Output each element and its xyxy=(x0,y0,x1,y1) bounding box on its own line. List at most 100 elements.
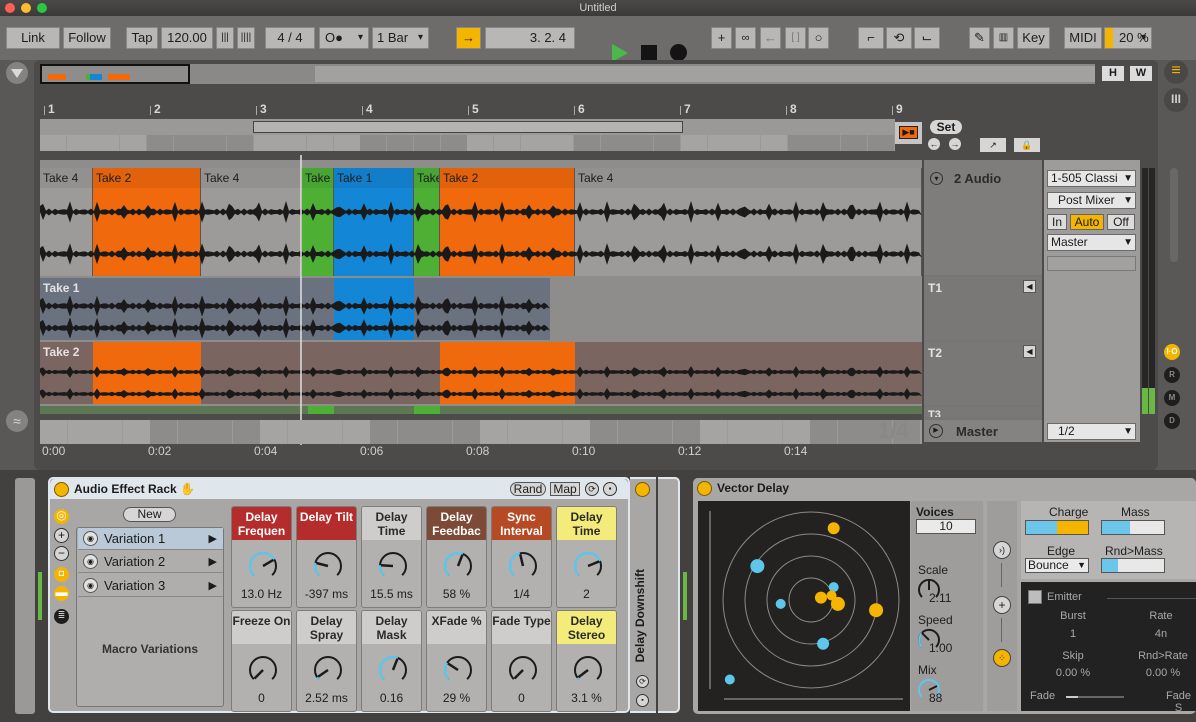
arrangement-overview[interactable] xyxy=(40,64,1095,84)
emitter-checkbox[interactable] xyxy=(1028,590,1042,604)
device-activator-toggle[interactable] xyxy=(697,481,712,496)
computer-keyboard-icon[interactable]: ▥ xyxy=(993,27,1014,49)
burst-value[interactable]: 1 xyxy=(1053,628,1093,640)
knob[interactable] xyxy=(246,549,280,583)
macro-knob-3[interactable]: Delay Time 15.5 ms xyxy=(361,506,422,608)
track-lanes[interactable]: Take 4 Take 2 Take 4 Take Take 1 Take Take 2 Ta… xyxy=(40,160,922,414)
next-locator-icon[interactable]: → xyxy=(949,138,961,150)
cpu-load-meter[interactable]: 20 % xyxy=(1104,27,1152,49)
monitor-in-button[interactable]: In xyxy=(1047,214,1067,230)
remove-macro-icon[interactable]: − xyxy=(54,546,69,561)
quantize-dropdown[interactable]: 1 Bar xyxy=(372,27,429,49)
variation-item[interactable]: ◉ Variation 2 ▶ xyxy=(78,551,223,573)
particle[interactable] xyxy=(750,559,765,574)
macro-knob-2[interactable]: Delay Tilt -397 ms xyxy=(296,506,357,608)
particle-field[interactable] xyxy=(698,501,910,711)
knob[interactable] xyxy=(376,549,410,583)
device-chain-scroll[interactable] xyxy=(15,478,35,714)
rnd-rate-value[interactable]: 0.00 % xyxy=(1133,667,1193,679)
macro-knob-8[interactable]: Delay Spray 2.52 ms xyxy=(296,610,357,712)
midi-map-button[interactable]: MIDI xyxy=(1064,27,1102,49)
macro-knob-6[interactable]: Delay Time 2 xyxy=(556,506,617,608)
mixer-toggle[interactable]: M xyxy=(1164,390,1180,406)
delay-toggle[interactable]: D xyxy=(1164,413,1180,429)
vertical-scrollbar[interactable] xyxy=(1170,168,1178,262)
variation-item[interactable]: ◉ Variation 1 ▶ xyxy=(78,528,223,550)
knob[interactable] xyxy=(311,653,345,687)
recall-variation-icon[interactable]: ▶ xyxy=(209,528,217,550)
browser-toggle-icon[interactable] xyxy=(6,62,28,84)
monitor-off-button[interactable]: Off xyxy=(1107,214,1135,230)
fade-slider[interactable] xyxy=(1066,696,1124,698)
tempo-field[interactable]: 120.00 xyxy=(161,27,213,49)
take-lane-header[interactable]: T2 ◀ xyxy=(924,342,1042,405)
punch-in-icon[interactable]: ⌐ xyxy=(858,27,884,49)
mass-slider[interactable] xyxy=(1101,520,1165,535)
output-channel-field[interactable] xyxy=(1047,256,1136,271)
knob[interactable] xyxy=(571,549,605,583)
draw-mode-pencil-icon[interactable]: ✎ xyxy=(969,27,990,49)
edge-dropdown[interactable]: Bounce ▼ xyxy=(1025,558,1089,573)
particle[interactable] xyxy=(827,522,840,535)
macro-variations-toggle[interactable]: ◘ xyxy=(54,567,69,582)
knob[interactable] xyxy=(376,653,410,687)
follow-arrow-icon[interactable]: → xyxy=(456,27,481,49)
particle[interactable] xyxy=(828,582,839,593)
rate-value[interactable]: 4n xyxy=(1141,628,1181,640)
new-variation-button[interactable]: New xyxy=(123,507,176,522)
add-macro-icon[interactable]: + xyxy=(54,528,69,543)
master-output-dropdown[interactable]: 1/2 xyxy=(1047,423,1136,440)
key-map-button[interactable]: Key xyxy=(1017,27,1050,49)
knob[interactable] xyxy=(506,653,540,687)
add-particle-icon[interactable]: + xyxy=(993,596,1011,614)
macro-knob-4[interactable]: Delay Feedbac 58 % xyxy=(426,506,487,608)
camera-icon[interactable]: ◉ xyxy=(83,531,98,546)
set-locator-button[interactable]: Set xyxy=(930,120,962,134)
minimize-window-button[interactable] xyxy=(21,3,31,13)
optimize-height-button[interactable]: H xyxy=(1102,66,1124,81)
camera-icon[interactable]: ◉ xyxy=(83,578,98,593)
particle[interactable] xyxy=(775,598,786,609)
save-preset-icon[interactable]: ▪ xyxy=(636,694,649,707)
song-position-field[interactable]: 3. 2. 4 xyxy=(485,27,575,49)
master-track-header[interactable]: ▶ Master xyxy=(924,420,1042,442)
groove-pool-icon[interactable]: ≈ xyxy=(6,410,28,432)
macro-knob-1[interactable]: Delay Frequen 13.0 Hz xyxy=(231,506,292,608)
hot-swap-icon[interactable]: ⟳ xyxy=(636,675,649,688)
macro-knob-7[interactable]: Freeze On 0 xyxy=(231,610,292,712)
beat-time-ruler[interactable]: 1 2 3 4 5 6 7 8 9 xyxy=(40,102,922,118)
capture-midi-icon[interactable]: [ ] xyxy=(785,27,806,49)
audition-speaker-icon[interactable]: ◀ xyxy=(1023,345,1036,358)
back-to-arrangement-icon[interactable]: ← xyxy=(760,27,781,49)
macro-knob-5[interactable]: Sync Interval 1/4 xyxy=(491,506,552,608)
fold-track-icon[interactable]: ▾ xyxy=(930,172,943,185)
macro-knob-12[interactable]: Delay Stereo 3.1 % xyxy=(556,610,617,712)
loop-brace[interactable] xyxy=(253,121,683,133)
previous-locator-icon[interactable]: ← xyxy=(928,138,940,150)
session-view-icon[interactable]: III xyxy=(1164,88,1188,112)
recall-variation-icon[interactable]: ▶ xyxy=(209,575,217,597)
sound-source-icon[interactable]: ›) xyxy=(993,541,1011,559)
voices-field[interactable]: 10 xyxy=(916,519,976,534)
punch-out-icon[interactable]: ⌙ xyxy=(914,27,940,49)
variation-item[interactable]: ◉ Variation 3 ▶ xyxy=(78,575,223,597)
tap-tempo-button[interactable]: Tap xyxy=(126,27,158,49)
automation-arm-icon[interactable]: ∞ xyxy=(735,27,756,49)
arrangement-overdub-icon[interactable]: + xyxy=(711,27,732,49)
macro-knob-10[interactable]: XFade % 29 % xyxy=(426,610,487,712)
input-channel-dropdown[interactable]: Post Mixer xyxy=(1047,192,1136,209)
loop-play-toggle[interactable]: ▶■ xyxy=(895,122,922,144)
macro-knob-9[interactable]: Delay Mask 0.16 xyxy=(361,610,422,712)
tempo-nudge-down-icon[interactable]: ||| xyxy=(216,27,234,49)
audio-to-dropdown[interactable]: Master xyxy=(1047,234,1136,251)
knob[interactable] xyxy=(571,653,605,687)
take-lane-header[interactable]: T3 xyxy=(924,407,1042,417)
close-window-button[interactable] xyxy=(5,3,15,13)
monitor-auto-button[interactable]: Auto xyxy=(1070,214,1104,230)
knob[interactable] xyxy=(441,549,475,583)
knob[interactable] xyxy=(506,549,540,583)
recall-variation-icon[interactable]: ▶ xyxy=(209,551,217,573)
map-button[interactable]: Map xyxy=(550,482,580,496)
particle[interactable] xyxy=(830,596,845,611)
take-lane-header[interactable]: T1 ◀ xyxy=(924,277,1042,340)
